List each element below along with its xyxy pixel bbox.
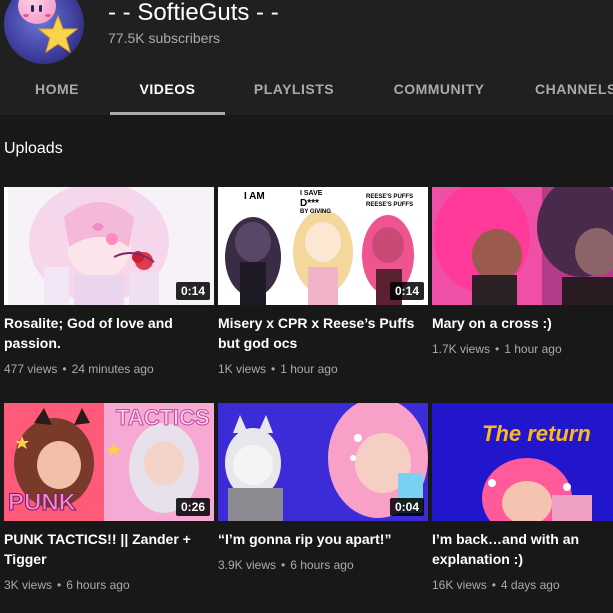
upload-age: 6 hours ago — [290, 558, 354, 572]
upload-age: 4 days ago — [500, 578, 560, 592]
view-count: 16K views — [432, 578, 487, 592]
upload-age: 6 hours ago — [66, 578, 130, 592]
video-thumbnail[interactable]: PUNK TACTICS 0:26 — [4, 403, 214, 521]
tab-community[interactable]: COMMUNITY — [383, 64, 495, 115]
video-thumbnail[interactable]: The return 4 — [432, 403, 613, 521]
duration-badge: 0:14 — [389, 282, 424, 300]
upload-age: 1 hour ago — [504, 342, 562, 356]
duration-badge: 0:04 — [389, 498, 424, 516]
view-count: 1K views — [218, 362, 267, 376]
thumb-text-punk: PUNK — [7, 489, 77, 517]
video-title[interactable]: Rosalite; God of love and passion. — [4, 313, 204, 353]
thumb-text-by-giving: BY GIVING — [300, 209, 331, 215]
channel-name: - - SoftieGuts - - — [108, 0, 279, 26]
video-meta: 16K views • 4 days ago — [432, 578, 560, 592]
video-meta: 3.9K views • 6 hours ago — [218, 558, 354, 572]
video-meta: 3K views • 6 hours ago — [4, 578, 130, 592]
thumb-text-i-am: I AM — [244, 191, 265, 202]
section-title-uploads: Uploads — [4, 140, 63, 157]
thumb-text-tactics: TACTICS — [116, 405, 211, 431]
thumbnail-art — [432, 187, 613, 305]
subscriber-count: 77.5K subscribers — [108, 30, 221, 46]
video-title[interactable]: Misery x CPR x Reese’s Puffs but god ocs — [218, 313, 418, 353]
video-meta: 1.7K views • 1 hour ago — [432, 342, 562, 356]
video-title[interactable]: I’m back…and with an explanation :) — [432, 529, 613, 569]
video-title[interactable]: Mary on a cross :) — [432, 313, 613, 333]
view-count: 3K views — [4, 578, 53, 592]
video-meta: 477 views • 24 minutes ago — [4, 362, 154, 376]
duration-badge: 0:14 — [175, 282, 210, 300]
duration-badge: 0:26 — [175, 498, 210, 516]
view-count: 3.9K views — [218, 558, 277, 572]
active-tab-indicator — [110, 112, 225, 115]
channel-header: - - SoftieGuts - - 77.5K subscribers HOM… — [0, 0, 613, 115]
view-count: 477 views — [4, 362, 58, 376]
tab-videos[interactable]: VIDEOS — [110, 64, 225, 115]
thumb-text-reeses-2: REESE'S PUFFS — [366, 202, 414, 208]
tab-home[interactable]: HOME — [22, 64, 92, 115]
thumb-text-the-return: The return — [482, 421, 591, 446]
tab-playlists[interactable]: PLAYLISTS — [243, 64, 345, 115]
upload-age: 24 minutes ago — [71, 362, 154, 376]
thumb-text-i-save: I SAVE — [300, 190, 323, 197]
video-thumbnail[interactable]: 0:14 — [4, 187, 214, 305]
video-title[interactable]: “I’m gonna rip you apart!” — [218, 529, 418, 549]
channel-avatar[interactable] — [4, 0, 84, 64]
tab-channels[interactable]: CHANNELS — [535, 64, 613, 115]
thumb-text-censored: D*** — [300, 198, 319, 209]
video-thumbnail[interactable]: 0:04 — [218, 403, 428, 521]
video-thumbnail[interactable]: 0 — [432, 187, 613, 305]
upload-age: 1 hour ago — [280, 362, 338, 376]
channel-tabs: HOME VIDEOS PLAYLISTS COMMUNITY CHANNELS — [0, 64, 613, 115]
thumb-text-reeses-1: REESE'S PUFFS — [366, 194, 414, 200]
video-title[interactable]: PUNK TACTICS!! || Zander + Tigger — [4, 529, 204, 569]
video-thumbnail[interactable]: I AM I SAVE D*** BY GIVING REESE'S PUFFS… — [218, 187, 428, 305]
view-count: 1.7K views — [432, 342, 491, 356]
video-meta: 1K views • 1 hour ago — [218, 362, 338, 376]
